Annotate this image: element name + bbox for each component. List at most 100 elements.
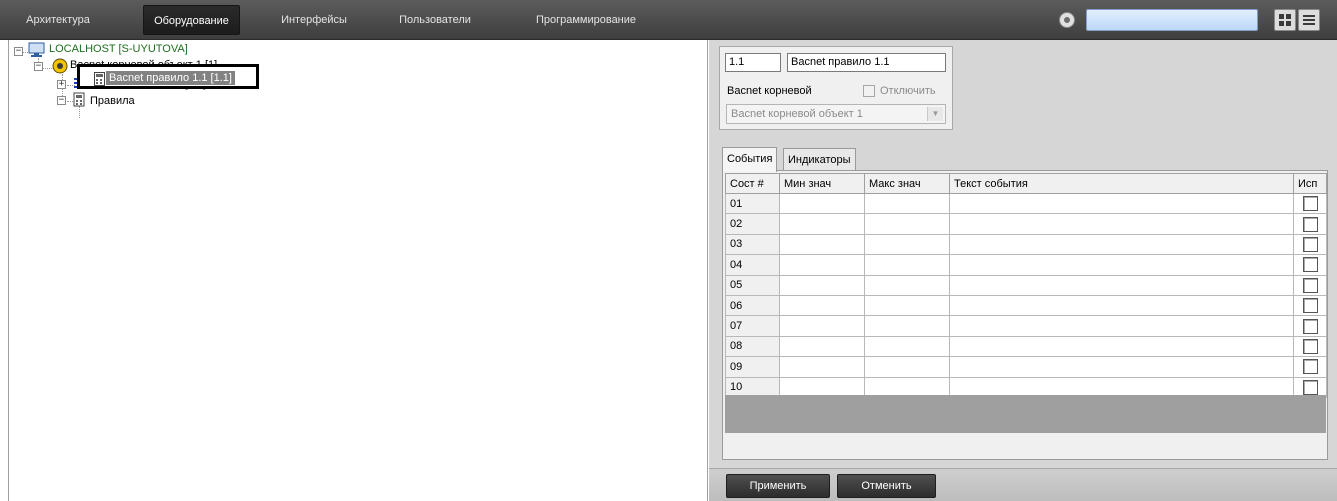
use-checkbox[interactable] <box>1302 236 1318 252</box>
computer-icon <box>28 42 45 57</box>
min-cell[interactable] <box>779 192 865 215</box>
table-row[interactable]: 02 <box>725 213 1327 235</box>
tab-events[interactable]: События <box>722 147 778 172</box>
event-text-cell[interactable] <box>949 233 1294 256</box>
event-text-cell[interactable] <box>949 213 1294 235</box>
grid-icon <box>1279 14 1291 26</box>
table-row[interactable]: 04 <box>725 254 1327 276</box>
use-cell <box>1293 254 1327 276</box>
use-checkbox[interactable] <box>1302 196 1318 212</box>
row-number: 09 <box>725 356 780 378</box>
use-cell <box>1293 274 1327 296</box>
row-number: 06 <box>725 294 780 317</box>
min-cell[interactable] <box>779 254 865 276</box>
min-cell[interactable] <box>779 213 865 235</box>
min-cell[interactable] <box>779 335 865 358</box>
max-cell[interactable] <box>864 192 950 215</box>
rules-icon <box>73 92 85 107</box>
event-text-cell[interactable] <box>949 356 1294 378</box>
event-text-cell[interactable] <box>949 192 1294 215</box>
collapse-toggle[interactable]: − <box>57 96 66 105</box>
min-cell[interactable] <box>779 356 865 378</box>
col-header-min[interactable]: Мин знач <box>779 173 865 194</box>
table-row[interactable]: 05 <box>725 274 1327 296</box>
use-checkbox[interactable] <box>1302 277 1318 293</box>
col-header-state[interactable]: Сост # <box>725 173 780 194</box>
event-text-cell[interactable] <box>949 315 1294 337</box>
use-checkbox[interactable] <box>1302 257 1318 273</box>
tab-hardware[interactable]: Оборудование <box>143 5 240 35</box>
tree-item-rules[interactable]: Правила <box>90 93 135 109</box>
row-number: 01 <box>725 192 780 215</box>
row-number: 04 <box>725 254 780 276</box>
event-text-cell[interactable] <box>949 274 1294 296</box>
parent-object-select[interactable]: Bacnet корневой объект 1 ▼ <box>726 104 946 124</box>
bacnet-root-icon <box>52 58 68 74</box>
cancel-button[interactable]: Отменить <box>837 474 936 498</box>
disable-label: Отключить <box>880 85 936 97</box>
use-cell <box>1293 213 1327 235</box>
event-text-cell[interactable] <box>949 294 1294 317</box>
row-number: 07 <box>725 315 780 337</box>
max-cell[interactable] <box>864 294 950 317</box>
use-checkbox[interactable] <box>1302 338 1318 354</box>
use-checkbox[interactable] <box>1302 379 1318 395</box>
min-cell[interactable] <box>779 315 865 337</box>
table-row[interactable]: 07 <box>725 315 1327 337</box>
parent-object-value: Bacnet корневой объект 1 <box>731 108 863 120</box>
tree-connector <box>79 106 80 118</box>
use-cell <box>1293 315 1327 337</box>
tab-architecture[interactable]: Архитектура <box>14 5 102 35</box>
event-text-cell[interactable] <box>949 254 1294 276</box>
use-cell <box>1293 192 1327 215</box>
apply-button[interactable]: Применить <box>726 474 830 498</box>
max-cell[interactable] <box>864 335 950 358</box>
table-header-row: Сост # Мин знач Макс знач Текст события … <box>725 173 1327 194</box>
event-text-cell[interactable] <box>949 335 1294 358</box>
use-cell <box>1293 233 1327 256</box>
menu-list-button[interactable] <box>1298 9 1320 31</box>
table-row[interactable]: 01 <box>725 192 1327 215</box>
row-number: 03 <box>725 233 780 256</box>
max-cell[interactable] <box>864 213 950 235</box>
max-cell[interactable] <box>864 233 950 256</box>
chevron-down-icon: ▼ <box>927 107 943 121</box>
main-menu-bar: Архитектура Оборудование Интерфейсы Поль… <box>0 0 1337 40</box>
use-checkbox[interactable] <box>1302 298 1318 314</box>
table-row[interactable]: 06 <box>725 294 1327 317</box>
search-input[interactable] <box>1086 9 1258 31</box>
layout-grid-button[interactable] <box>1274 9 1296 31</box>
object-name-field[interactable]: Bacnet правило 1.1 <box>787 53 946 72</box>
max-cell[interactable] <box>864 274 950 296</box>
table-row[interactable]: 09 <box>725 356 1327 378</box>
use-checkbox[interactable] <box>1302 318 1318 334</box>
col-header-use[interactable]: Исп <box>1293 173 1327 194</box>
max-cell[interactable] <box>864 315 950 337</box>
collapse-toggle[interactable]: − <box>14 47 23 56</box>
min-cell[interactable] <box>779 233 865 256</box>
object-id-field[interactable]: 1.1 <box>725 53 781 72</box>
use-checkbox[interactable] <box>1302 359 1318 375</box>
list-icon <box>1303 15 1315 25</box>
expand-toggle[interactable]: + <box>57 80 66 89</box>
tab-programming[interactable]: Программирование <box>526 5 646 35</box>
collapse-toggle[interactable]: − <box>34 62 43 71</box>
tab-interfaces[interactable]: Интерфейсы <box>272 5 356 35</box>
col-header-max[interactable]: Макс знач <box>864 173 950 194</box>
use-checkbox[interactable] <box>1302 216 1318 232</box>
tree-item-localhost[interactable]: LOCALHOST [S-UYUTOVA] <box>49 41 188 57</box>
disable-checkbox[interactable] <box>863 85 875 97</box>
tree-connector <box>42 68 52 69</box>
settings-gear-icon[interactable] <box>1059 12 1075 28</box>
tab-users[interactable]: Пользователи <box>390 5 480 35</box>
min-cell[interactable] <box>779 294 865 317</box>
col-header-event-text[interactable]: Текст события <box>949 173 1294 194</box>
table-row[interactable]: 03 <box>725 233 1327 256</box>
max-cell[interactable] <box>864 356 950 378</box>
tree-item-bacnet-rule[interactable]: Bacnet правило 1.1 [1.1] <box>106 71 235 85</box>
table-row[interactable]: 08 <box>725 335 1327 358</box>
tab-indicators[interactable]: Индикаторы <box>783 148 856 172</box>
use-cell <box>1293 294 1327 317</box>
max-cell[interactable] <box>864 254 950 276</box>
min-cell[interactable] <box>779 274 865 296</box>
